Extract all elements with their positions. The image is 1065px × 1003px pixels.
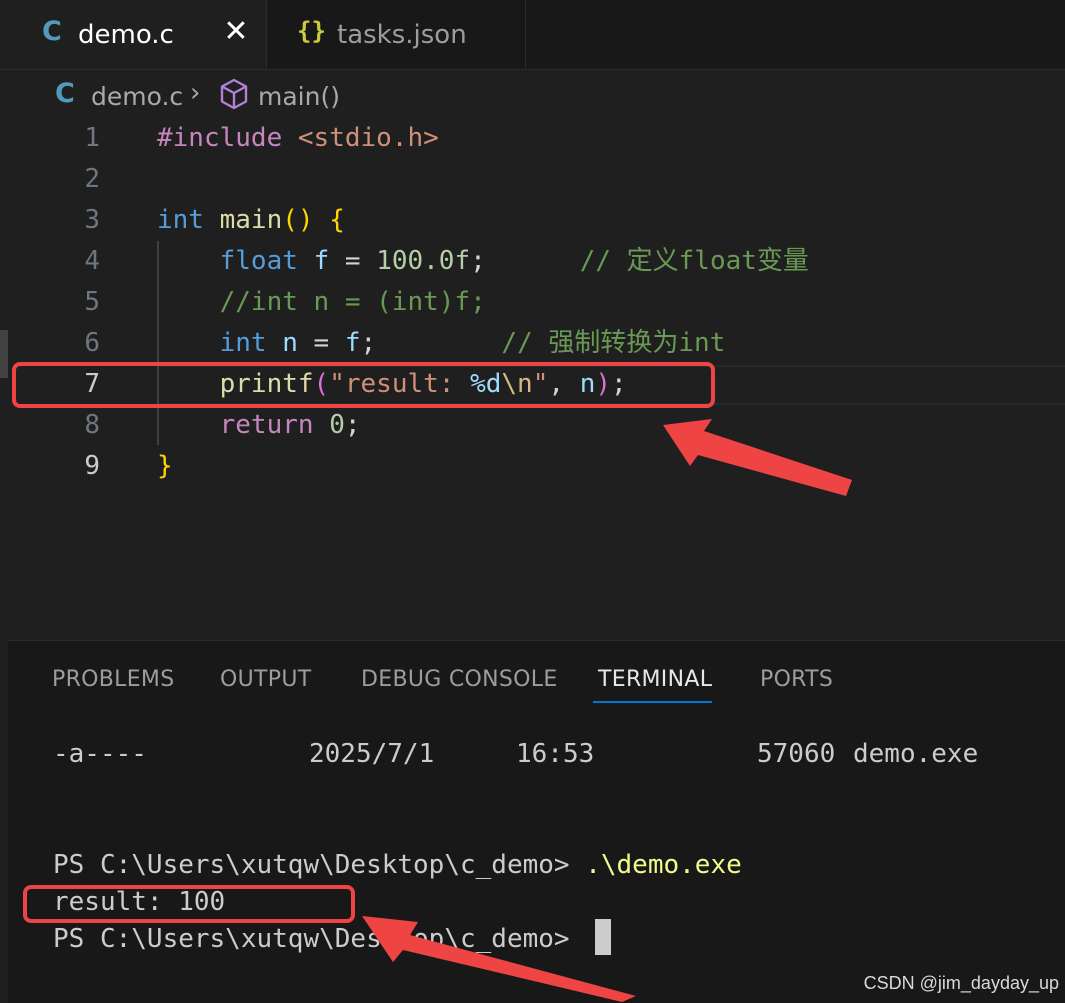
watermark: CSDN @jim_dayday_up [863, 973, 1059, 993]
annotation-arrow-1 [663, 419, 852, 496]
annotation-arrow-2 [362, 916, 636, 1002]
annotation-arrows [362, 419, 852, 1002]
